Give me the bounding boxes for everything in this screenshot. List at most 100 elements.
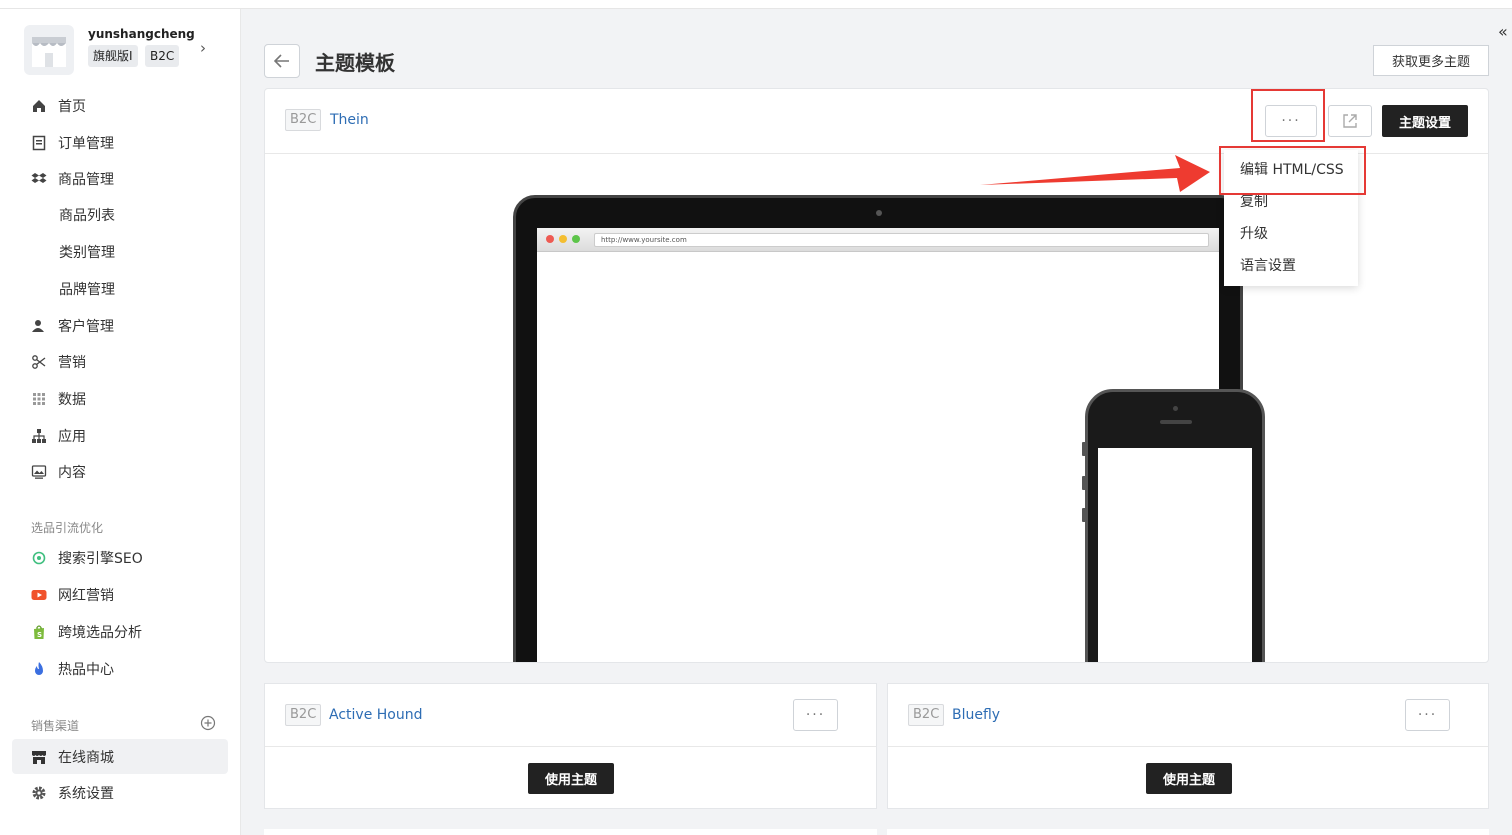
nav-marketing-label: 营销 bbox=[58, 355, 86, 371]
theme-name[interactable]: Thein bbox=[330, 112, 369, 128]
store-switcher[interactable]: yunshangcheng 旗舰版I B2C › bbox=[24, 25, 239, 77]
annotation-highlight-edit bbox=[1219, 146, 1366, 195]
use-theme-button[interactable]: 使用主题 bbox=[528, 763, 614, 794]
theme-name[interactable]: Active Hound bbox=[329, 707, 422, 723]
section-optimize-title: 选品引流优化 bbox=[31, 521, 104, 535]
phone-camera bbox=[1173, 406, 1178, 411]
nav-apps[interactable]: 应用 bbox=[30, 425, 86, 447]
phone-side-button bbox=[1082, 508, 1086, 522]
gear-icon bbox=[30, 784, 48, 802]
back-button[interactable] bbox=[264, 44, 300, 78]
theme-more-button[interactable]: ··· bbox=[793, 699, 838, 731]
seo-icon bbox=[30, 549, 48, 567]
nav-influencer[interactable]: 网红营销 bbox=[30, 584, 114, 606]
next-theme-card bbox=[887, 829, 1489, 835]
phone-side-button bbox=[1082, 476, 1086, 490]
card-divider bbox=[888, 746, 1488, 747]
nav-products-label: 商品管理 bbox=[58, 172, 114, 188]
maximize-dot bbox=[572, 235, 580, 243]
svg-text:S: S bbox=[37, 631, 42, 639]
nav-influencer-label: 网红营销 bbox=[58, 588, 114, 604]
nav-content-label: 内容 bbox=[58, 465, 86, 481]
theme-type-tag: B2C bbox=[908, 704, 945, 726]
open-preview-button[interactable] bbox=[1328, 105, 1372, 137]
nav-content[interactable]: 内容 bbox=[30, 461, 86, 483]
external-link-icon bbox=[1343, 114, 1357, 128]
sitemap-icon bbox=[30, 427, 48, 445]
phone-screen bbox=[1098, 448, 1252, 662]
add-channel-icon[interactable] bbox=[200, 715, 216, 735]
nav-settings-label: 系统设置 bbox=[58, 786, 114, 802]
nav-marketing[interactable]: 营销 bbox=[30, 351, 86, 373]
store-type-badge: B2C bbox=[145, 45, 180, 67]
theme-settings-button[interactable]: 主题设置 bbox=[1382, 105, 1468, 137]
phone-preview bbox=[1082, 389, 1265, 662]
use-theme-button[interactable]: 使用主题 bbox=[1146, 763, 1232, 794]
nav-hot[interactable]: 热品中心 bbox=[30, 658, 114, 680]
theme-card-bluefly: B2C Bluefly ··· 使用主题 bbox=[887, 683, 1489, 809]
nav-product-list[interactable]: 商品列表 bbox=[59, 205, 115, 227]
phone-speaker bbox=[1160, 420, 1192, 424]
nav-customers-label: 客户管理 bbox=[58, 319, 114, 335]
minimize-dot bbox=[559, 235, 567, 243]
nav-customers[interactable]: 客户管理 bbox=[30, 315, 114, 337]
theme-type-tag: B2C bbox=[285, 109, 322, 131]
store-name: yunshangcheng bbox=[88, 27, 195, 41]
menu-item-copy[interactable]: 复制 bbox=[1240, 192, 1268, 212]
chevron-right-icon: › bbox=[200, 39, 206, 57]
menu-item-upgrade[interactable]: 升级 bbox=[1240, 224, 1268, 244]
nav-categories[interactable]: 类别管理 bbox=[59, 242, 115, 264]
nav-hot-label: 热品中心 bbox=[58, 662, 114, 678]
image-icon bbox=[30, 463, 48, 481]
phone-side-button bbox=[1082, 442, 1086, 456]
nav-orders-label: 订单管理 bbox=[58, 136, 114, 152]
nav-online-store-label: 在线商城 bbox=[58, 750, 114, 766]
arrow-left-icon bbox=[274, 54, 289, 68]
close-dot bbox=[546, 235, 554, 243]
youtube-icon bbox=[30, 586, 48, 604]
section-channels-title: 销售渠道 bbox=[31, 719, 80, 733]
browser-toolbar: http://www.yoursite.com bbox=[537, 228, 1219, 252]
theme-more-button[interactable]: ··· bbox=[1405, 699, 1450, 731]
card-divider bbox=[265, 746, 876, 747]
nav-apps-label: 应用 bbox=[58, 429, 86, 445]
nav-brands[interactable]: 品牌管理 bbox=[59, 279, 115, 301]
collapse-panel-icon[interactable]: « bbox=[1498, 22, 1508, 41]
nav-crossborder[interactable]: S 跨境选品分析 bbox=[30, 621, 142, 643]
scissors-icon bbox=[30, 353, 48, 371]
theme-name[interactable]: Bluefly bbox=[952, 707, 1000, 723]
theme-type-tag: B2C bbox=[285, 704, 322, 726]
store-icon bbox=[30, 748, 48, 766]
grid-data-icon bbox=[30, 390, 48, 408]
next-theme-card bbox=[264, 829, 877, 835]
nav-crossborder-label: 跨境选品分析 bbox=[58, 625, 142, 641]
annotation-highlight-more bbox=[1251, 89, 1325, 142]
store-avatar bbox=[24, 25, 74, 75]
nav-products[interactable]: 商品管理 bbox=[30, 168, 114, 190]
user-icon bbox=[30, 317, 48, 335]
nav-home[interactable]: 首页 bbox=[30, 95, 86, 117]
page-title: 主题模板 bbox=[315, 51, 395, 75]
annotation-arrow-icon bbox=[980, 155, 1210, 192]
nav-seo[interactable]: 搜索引擎SEO bbox=[30, 547, 143, 569]
get-more-themes-button[interactable]: 获取更多主题 bbox=[1373, 45, 1489, 76]
nav-settings[interactable]: 系统设置 bbox=[30, 782, 114, 804]
top-bar bbox=[0, 0, 1512, 9]
flame-icon bbox=[30, 660, 48, 678]
nav-data-label: 数据 bbox=[58, 392, 86, 408]
sidebar: yunshangcheng 旗舰版I B2C › 首页 订单管理 商品管理 商品… bbox=[0, 9, 241, 835]
nav-seo-label: 搜索引擎SEO bbox=[58, 551, 143, 567]
nav-home-label: 首页 bbox=[58, 99, 86, 115]
menu-item-language[interactable]: 语言设置 bbox=[1240, 256, 1296, 276]
laptop-camera bbox=[876, 210, 882, 216]
theme-card-active-hound: B2C Active Hound ··· 使用主题 bbox=[264, 683, 877, 809]
order-icon bbox=[30, 134, 48, 152]
nav-online-store[interactable]: 在线商城 bbox=[30, 746, 114, 768]
plan-badge: 旗舰版I bbox=[88, 45, 138, 67]
nav-orders[interactable]: 订单管理 bbox=[30, 132, 114, 154]
dropbox-icon bbox=[30, 170, 48, 188]
preview-url: http://www.yoursite.com bbox=[594, 233, 1209, 247]
shopping-bag-icon: S bbox=[30, 623, 48, 641]
home-icon bbox=[30, 97, 48, 115]
nav-data[interactable]: 数据 bbox=[30, 388, 86, 410]
